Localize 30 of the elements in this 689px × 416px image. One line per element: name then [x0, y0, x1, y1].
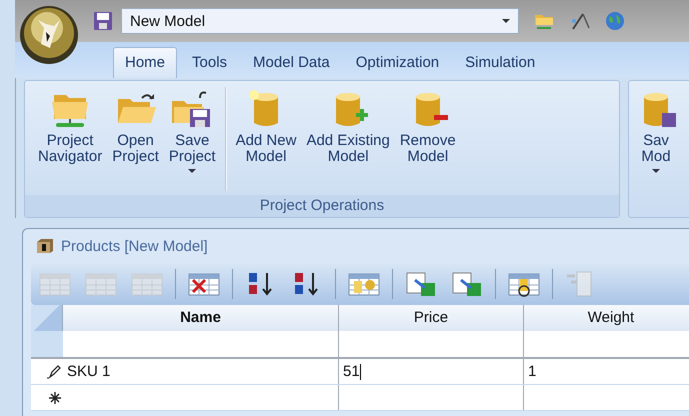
column-header[interactable]: Price	[339, 305, 524, 331]
table-cell[interactable]: 1	[524, 359, 689, 384]
ribbon-tab[interactable]: Model Data	[242, 48, 341, 78]
column-header[interactable]: Name	[63, 305, 339, 331]
asterisk-icon	[49, 392, 61, 404]
row-header	[31, 331, 63, 357]
ribbon-tab[interactable]: Optimization	[344, 48, 450, 78]
ribbon-tab[interactable]: Simulation	[454, 48, 546, 78]
dropdown-arrow-icon	[188, 169, 196, 173]
document-dropdown[interactable]: New Model	[121, 8, 519, 34]
table-cell[interactable]: SKU 1	[63, 359, 339, 384]
dropdown-arrow-icon	[502, 19, 510, 23]
ribbon-tab[interactable]: Home	[113, 47, 178, 78]
save-icon[interactable]	[93, 11, 113, 31]
ribbon-button[interactable]: Project Navigator	[33, 87, 108, 167]
ribbon-button[interactable]: Open Project	[107, 87, 164, 167]
group-label: Project Operations	[25, 195, 619, 217]
box-icon	[35, 237, 55, 255]
table-cell[interactable]: 51	[339, 359, 524, 384]
wand-icon[interactable]	[569, 11, 591, 31]
pencil-icon	[47, 364, 61, 378]
ribbon-tab[interactable]: Tools	[181, 48, 238, 78]
panel-title: Products [New Model]	[61, 238, 208, 254]
ribbon-button[interactable]: Remove Model	[394, 87, 461, 167]
dropdown-arrow-icon	[652, 169, 660, 173]
ribbon-button[interactable]: Save Project	[164, 87, 221, 175]
ribbon-button[interactable]: Sav Mod	[629, 87, 683, 175]
ribbon-button[interactable]: Add New Model	[230, 87, 302, 167]
column-header[interactable]: Weight	[524, 305, 689, 331]
ribbon-button[interactable]: Add Existing Model	[301, 87, 395, 167]
